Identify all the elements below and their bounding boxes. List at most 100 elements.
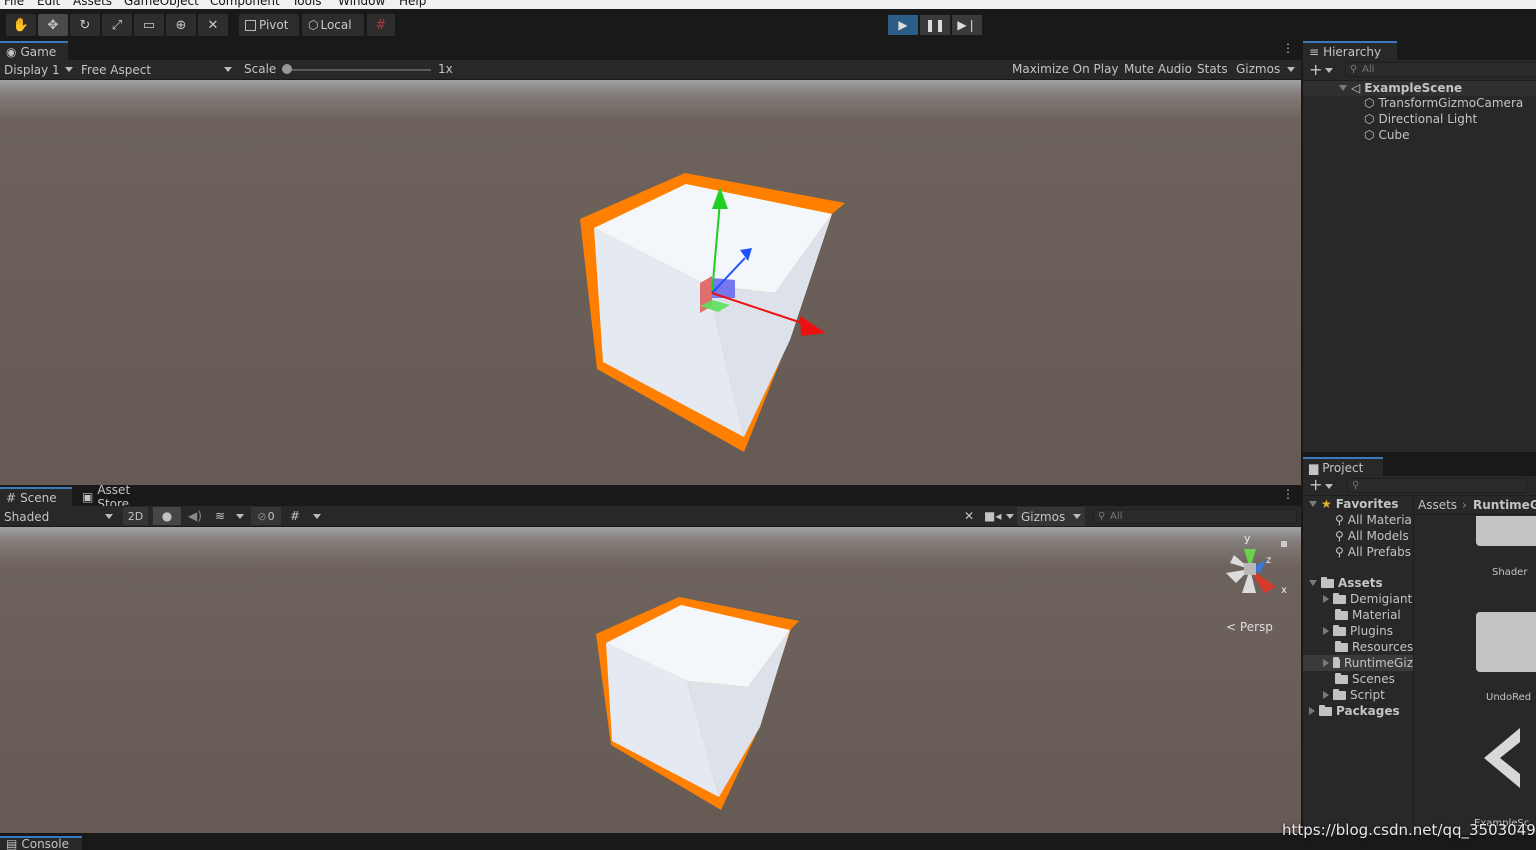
move-tool-button[interactable]: ✥ [38,14,68,36]
favorite-all-models[interactable]: ⚲ All Models [1335,529,1413,543]
aspect-dropdown[interactable]: Free Aspect [77,60,237,79]
maximize-on-play-button[interactable]: Maximize On Play [1012,62,1119,76]
menu-assets[interactable]: Assets [73,0,112,8]
menu-window[interactable]: Window [338,0,385,8]
packages-group[interactable]: Packages [1309,704,1400,718]
hierarchy-scene-row[interactable]: ◁ ExampleScene [1303,81,1536,96]
display-dropdown[interactable]: Display 1 [0,60,75,79]
game-viewport[interactable] [0,80,1301,485]
favorites-group[interactable]: ★ Favorites [1309,497,1398,511]
play-button[interactable]: ▶ [888,15,918,35]
scene-gizmos-dropdown[interactable]: Gizmos [1017,507,1085,526]
scene-tools-button[interactable]: ✕ [958,507,980,525]
menu-component[interactable]: Component [210,0,280,8]
display-value: Display 1 [4,62,60,77]
tab-scene[interactable]: # Scene [0,487,72,506]
folder-scenes[interactable]: Scenes [1335,672,1395,686]
fold-closed-icon[interactable] [1323,691,1329,699]
chevron-down-icon[interactable] [1325,68,1333,73]
lighting-toggle[interactable]: ● [153,507,181,525]
scene-orientation-gizmo[interactable]: y z x [1216,532,1292,613]
hierarchy-item-label: TransformGizmoCamera [1378,96,1524,110]
add-icon[interactable]: + [1309,475,1322,494]
menu-gameobject[interactable]: GameObject [124,0,199,8]
assets-group[interactable]: Assets [1309,576,1383,590]
folder-demigiant[interactable]: Demigiant [1323,592,1412,606]
local-toggle[interactable]: ⬡ Local [302,14,364,36]
gamepad-icon: ◉ [6,44,17,59]
projection-toggle[interactable]: < Persp [1226,620,1273,634]
favorite-all-prefabs[interactable]: ⚲ All Prefabs [1335,545,1413,559]
fold-open-icon[interactable] [1339,85,1347,91]
scene-search-input[interactable]: ⚲ All [1093,509,1297,524]
gizmos-button[interactable]: Gizmos [1236,62,1280,76]
folder-resources[interactable]: Resources [1335,640,1413,654]
hierarchy-item-cube[interactable]: ⬡ Cube [1364,128,1409,142]
tab-hierarchy[interactable]: ≡ Hierarchy [1303,41,1397,60]
fold-closed-icon[interactable] [1309,707,1315,715]
favorite-all-materials[interactable]: ⚲ All Materia [1335,513,1413,527]
breadcrumb-assets[interactable]: Assets [1418,498,1457,512]
hierarchy-search-input[interactable]: ⚲ All [1345,62,1536,77]
mute-audio-button[interactable]: Mute Audio [1124,62,1192,76]
add-icon[interactable]: + [1309,60,1322,79]
folder-runtimegizmos[interactable]: RuntimeGiz [1323,656,1413,670]
thumb-shader-folder-icon[interactable] [1476,516,1536,546]
project-search-input[interactable]: ⚲ [1347,478,1527,493]
chevron-down-icon[interactable] [236,514,244,519]
hidden-objects-toggle[interactable]: ⊘ 0 [251,507,281,525]
scale-slider[interactable] [286,69,431,71]
hand-tool-button[interactable]: ✋ [6,14,36,36]
fold-closed-icon[interactable] [1323,627,1329,635]
fold-closed-icon[interactable] [1323,595,1329,603]
chevron-down-icon[interactable] [1325,484,1333,489]
scale-slider-handle[interactable] [282,64,292,74]
audio-toggle[interactable]: ◀) [183,507,207,525]
folder-material[interactable]: Material [1335,608,1401,622]
camera-settings-button[interactable]: ■◂ [984,507,1016,525]
more-options-icon[interactable]: ⋮ [1282,487,1294,501]
rect-tool-button[interactable]: ▭ [134,14,164,36]
fold-open-icon[interactable] [1309,580,1317,586]
more-options-icon[interactable]: ⋮ [1282,41,1294,55]
grid-snap-button[interactable]: # [367,14,395,36]
menu-edit[interactable]: Edit [37,0,60,8]
folder-script[interactable]: Script [1323,688,1385,702]
project-tab-label: Project [1322,460,1364,475]
scene-viewport[interactable]: y z x < Persp [0,527,1301,833]
stats-button[interactable]: Stats [1197,62,1228,76]
2d-mode-toggle[interactable]: 2D [123,507,148,525]
breadcrumb-current[interactable]: RuntimeGiz [1473,498,1536,512]
custom-tool-button[interactable]: ✕ [198,14,228,36]
hierarchy-item-directional-light[interactable]: ⬡ Directional Light [1364,112,1477,126]
tab-project[interactable]: ▆ Project [1303,457,1383,476]
tools-icon: ✕ [963,509,975,523]
search-icon: ⚲ [1350,64,1358,75]
pause-button[interactable]: ❚❚ [920,15,950,35]
folder-plugins[interactable]: Plugins [1323,624,1393,638]
transform-tool-button[interactable]: ⊕ [166,14,196,36]
fold-open-icon[interactable] [1309,501,1317,507]
unity-scene-icon[interactable] [1472,724,1536,804]
rotate-tool-button[interactable]: ↻ [70,14,100,36]
tab-game[interactable]: ◉ Game [0,41,68,60]
scene-cube[interactable] [596,597,799,810]
scene-root-item[interactable]: ◁ ExampleScene [1339,81,1462,95]
menu-help[interactable]: Help [399,0,426,8]
chevron-down-icon[interactable] [313,514,321,519]
grid-toggle[interactable]: # [285,507,305,525]
menu-tools[interactable]: Tools [292,0,322,8]
effects-toggle[interactable]: ≋ [209,507,231,525]
thumb-undoredo-folder-icon[interactable] [1476,612,1536,672]
fold-closed-icon[interactable] [1323,659,1329,667]
step-button[interactable]: ▶❘ [952,15,982,35]
tab-asset-store[interactable]: ▣ Asset Store [76,483,170,511]
pivot-toggle[interactable]: Pivot [239,14,299,36]
shading-mode-dropdown[interactable]: Shaded [0,507,118,526]
menu-file[interactable]: File [4,0,24,8]
selected-cube[interactable] [580,173,845,452]
tab-console[interactable]: ▤ Console [0,836,82,850]
scale-tool-button[interactable]: ⤢ [102,14,132,36]
hierarchy-item-transformgizmocamera[interactable]: ⬡ TransformGizmoCamera [1364,96,1523,110]
chevron-down-icon[interactable] [1287,67,1295,72]
